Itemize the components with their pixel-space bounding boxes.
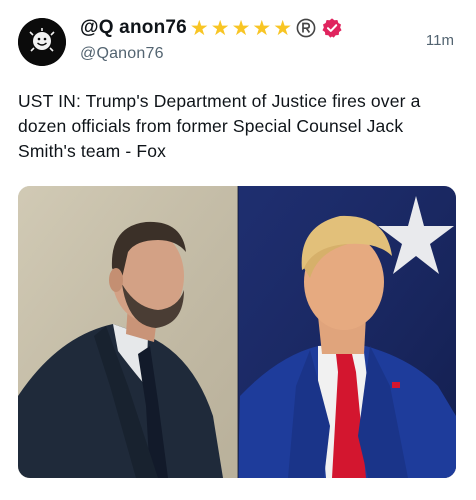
tweet-text: UST IN: Trump's Department of Justice fi… [18, 91, 421, 161]
name-row: @Q anon76 ★ ★ ★ ★ ★ [80, 14, 458, 42]
smiley-avatar-icon [18, 18, 66, 66]
tweet-post[interactable]: @Q anon76 ★ ★ ★ ★ ★ @Qanon76 11m UST IN:… [0, 0, 476, 500]
post-header: @Q anon76 ★ ★ ★ ★ ★ @Qanon76 [80, 14, 458, 70]
verified-badge-icon [322, 18, 342, 38]
star-icon: ★ [210, 16, 230, 40]
registered-icon [296, 18, 316, 38]
avatar[interactable] [18, 18, 66, 66]
man-in-suit-photo [18, 186, 238, 478]
star-icon: ★ [189, 16, 209, 40]
display-name[interactable]: @Q anon76 [80, 17, 187, 39]
star-icon: ★ [273, 16, 293, 40]
man-with-flag-photo [238, 186, 456, 478]
post-timestamp[interactable]: 11m [426, 32, 454, 49]
user-handle[interactable]: @Qanon76 [80, 45, 458, 63]
star-icon: ★ [231, 16, 251, 40]
star-icon: ★ [252, 16, 272, 40]
tweet-media[interactable] [18, 186, 456, 478]
star-rating: ★ ★ ★ ★ ★ [190, 18, 294, 39]
